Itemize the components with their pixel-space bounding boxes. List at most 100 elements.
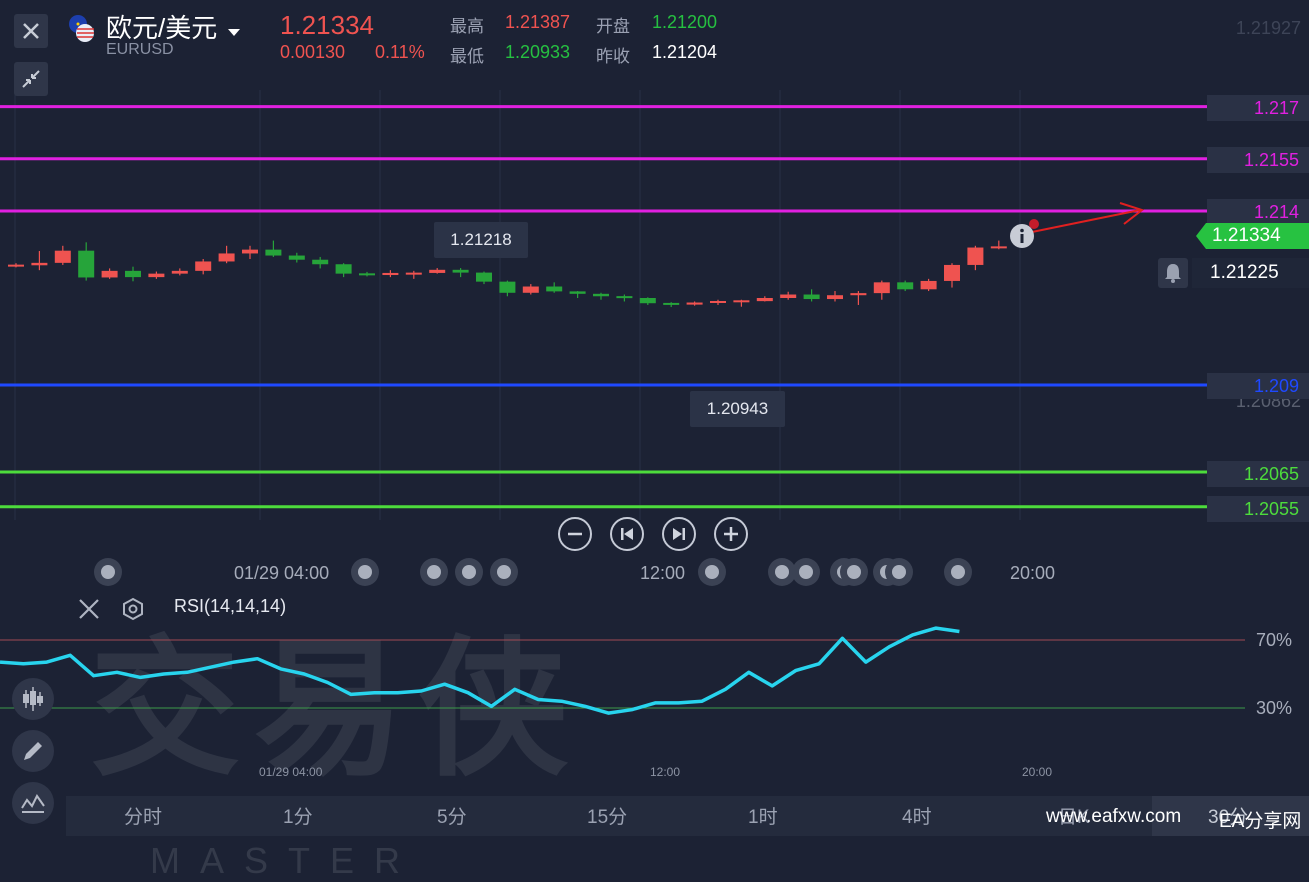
price-change: 0.00130	[280, 42, 346, 62]
candle-body	[8, 264, 24, 267]
candle-body	[265, 249, 282, 256]
event-dot[interactable]	[94, 558, 122, 586]
indicator-close-button[interactable]	[76, 596, 102, 622]
candle-body	[31, 262, 48, 266]
low-tooltip-label: 1.20943	[706, 399, 769, 418]
indicator-button[interactable]	[12, 782, 54, 824]
candle-body	[944, 264, 960, 281]
hline-tag-3[interactable]: 1.214	[1207, 199, 1309, 225]
settings-icon	[123, 597, 143, 621]
collapse-button[interactable]	[14, 62, 48, 96]
hline-tag-6[interactable]: 1.2055	[1207, 496, 1309, 522]
tf-1m[interactable]: 1分	[283, 802, 313, 829]
candle-body	[288, 255, 305, 260]
skip-back-icon	[621, 528, 633, 540]
hline-tag-5[interactable]: 1.2065	[1207, 461, 1309, 487]
candlestick-chart[interactable]	[0, 0, 1309, 836]
scroll-start-button[interactable]	[610, 517, 644, 551]
plus-icon	[724, 527, 738, 541]
candle-body	[593, 293, 609, 297]
collapse-icon	[22, 70, 40, 88]
event-dot[interactable]	[455, 558, 483, 586]
candle-body	[101, 270, 118, 278]
event-dot[interactable]	[840, 558, 868, 586]
high-tooltip-label: 1.21218	[450, 230, 512, 249]
symbol-selector[interactable]: 欧元/美元	[106, 8, 240, 45]
rsi-lower-label: 30%	[1256, 698, 1293, 718]
candle-body	[382, 272, 399, 276]
tf-15m[interactable]: 15分	[587, 802, 627, 829]
price-change-pct: 0.11%	[375, 42, 425, 62]
axis-top-price: 1.21927	[1235, 18, 1301, 38]
prev-close-label: 昨收	[596, 47, 630, 66]
high-tooltip: 1.21218	[434, 222, 528, 258]
scroll-end-button[interactable]	[662, 517, 696, 551]
close-icon	[79, 599, 99, 619]
candle-body	[920, 280, 937, 290]
tf-5m[interactable]: 5分	[437, 802, 467, 829]
time-label-2: 12:00	[640, 563, 686, 583]
prev-close-value: 1.21204	[652, 42, 718, 62]
hline-tag-3-label: 1.214	[1253, 202, 1299, 222]
candle-body	[171, 270, 188, 274]
tf-1h[interactable]: 1时	[748, 802, 778, 829]
info-icon[interactable]	[1009, 223, 1035, 249]
hline-tag-2[interactable]: 1.2155	[1207, 147, 1309, 173]
alert-price-label: 1.21225	[1210, 262, 1279, 283]
candle-body	[476, 272, 492, 282]
candle-body	[803, 294, 820, 300]
indicator-icon	[21, 794, 45, 813]
alert-price-tag: 1.21225	[1192, 258, 1309, 288]
dropdown-icon	[227, 29, 240, 37]
current-price-tag-label: 1.21334	[1212, 225, 1281, 246]
draw-tool-button[interactable]	[12, 730, 54, 772]
candle-body	[546, 286, 563, 292]
candle-body	[967, 247, 984, 265]
zoom-in-button[interactable]	[714, 517, 748, 551]
candle-body	[522, 286, 539, 293]
event-dot[interactable]	[698, 558, 726, 586]
candle-body	[733, 300, 750, 303]
hline-tag-4[interactable]: 1.209	[1207, 373, 1309, 399]
candle-body	[242, 249, 258, 254]
rsi-time-label-2: 12:00	[650, 765, 681, 779]
bell-icon	[1165, 264, 1181, 283]
tf-tick[interactable]: 分时	[124, 802, 162, 829]
candle-body	[125, 270, 141, 278]
zoom-out-button[interactable]	[558, 517, 592, 551]
current-price: 1.21334	[280, 10, 374, 40]
open-value: 1.21200	[652, 12, 718, 32]
flag-icon	[67, 14, 97, 44]
event-dot[interactable]	[490, 558, 518, 586]
candle-body	[850, 293, 867, 296]
symbol-code: EURUSD	[106, 41, 174, 58]
indicator-settings-button[interactable]	[120, 596, 146, 622]
candle-type-button[interactable]	[12, 678, 54, 720]
indicator-name: RSI(14,14,14)	[174, 596, 287, 616]
trend-arrow	[1031, 209, 1141, 233]
event-dot[interactable]	[420, 558, 448, 586]
event-dot[interactable]	[351, 558, 379, 586]
event-dot[interactable]	[792, 558, 820, 586]
site-name: EA分享网	[1219, 811, 1302, 832]
rsi-line	[0, 626, 960, 715]
low-label: 最低	[450, 47, 484, 66]
event-dot[interactable]	[885, 558, 913, 586]
candle-body	[873, 282, 890, 294]
candle-body	[897, 282, 914, 290]
candle-body	[663, 302, 680, 305]
candle-body	[405, 272, 422, 275]
hline-tag-1[interactable]: 1.217	[1207, 95, 1309, 121]
symbol-name: 欧元/美元	[106, 13, 218, 43]
low-value: 1.20933	[505, 42, 571, 62]
low-tooltip: 1.20943	[690, 391, 785, 427]
alert-button[interactable]	[1158, 258, 1188, 288]
candle-body	[429, 269, 446, 273]
tf-4h[interactable]: 4时	[902, 802, 932, 829]
candle-body	[569, 291, 586, 294]
candle-body	[452, 269, 469, 273]
site-url: www.eafxw.com	[1046, 806, 1182, 827]
close-button[interactable]	[14, 14, 48, 48]
event-dot[interactable]	[944, 558, 972, 586]
candle-body	[54, 250, 71, 263]
